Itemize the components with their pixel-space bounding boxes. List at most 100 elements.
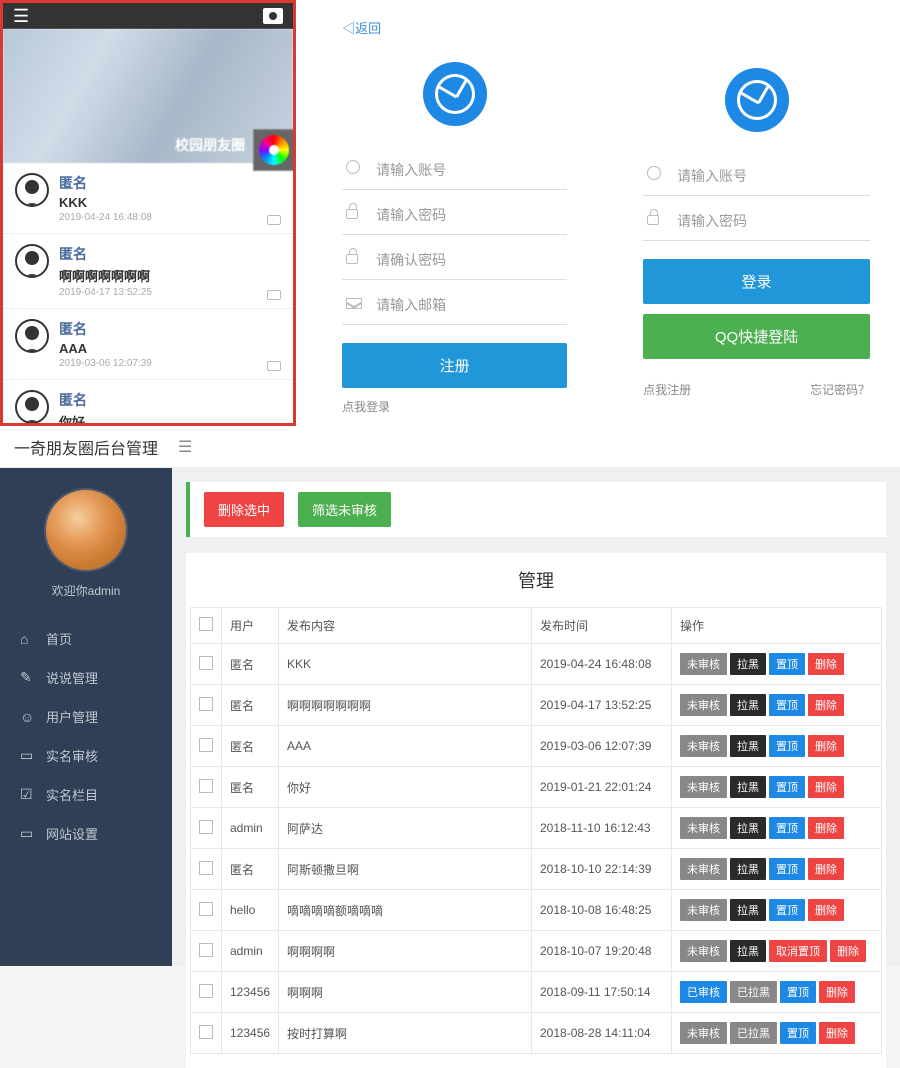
feed-avatar[interactable]	[15, 244, 49, 278]
delete-button[interactable]: 删除	[808, 776, 844, 798]
login-submit-button[interactable]: 登录	[643, 259, 870, 304]
sidebar-item[interactable]: ☑实名栏目	[0, 775, 172, 814]
delete-button[interactable]: 删除	[808, 653, 844, 675]
pin-button[interactable]: 置顶	[769, 776, 805, 798]
row-checkbox[interactable]	[199, 820, 213, 834]
blacklist-button[interactable]: 拉黑	[730, 940, 766, 962]
review-button[interactable]: 未审核	[680, 735, 727, 757]
select-all-checkbox[interactable]	[199, 617, 213, 631]
pin-button[interactable]: 置顶	[780, 1022, 816, 1044]
row-checkbox[interactable]	[199, 656, 213, 670]
pin-button[interactable]: 置顶	[769, 694, 805, 716]
review-button[interactable]: 未审核	[680, 1022, 727, 1044]
pin-button[interactable]: 置顶	[769, 735, 805, 757]
blacklist-button[interactable]: 拉黑	[730, 817, 766, 839]
sidebar-label: 首页	[46, 629, 72, 648]
feed-action-icon[interactable]	[267, 361, 281, 371]
menu-icon[interactable]: ☰	[178, 437, 192, 457]
feed-item[interactable]: 匿名 AAA 2019-03-06 12:07:39	[3, 309, 293, 380]
register-account-input[interactable]	[376, 162, 563, 178]
blacklist-button[interactable]: 拉黑	[730, 694, 766, 716]
register-panel: ◁返回 注册 点我登录	[306, 0, 603, 426]
admin-avatar[interactable]	[44, 488, 128, 572]
sidebar-icon: ⌂	[20, 631, 38, 647]
blacklist-button[interactable]: 拉黑	[730, 776, 766, 798]
cell-time: 2018-11-10 16:12:43	[532, 808, 672, 849]
row-checkbox[interactable]	[199, 738, 213, 752]
row-checkbox[interactable]	[199, 779, 213, 793]
table-panel: 管理 用户 发布内容 发布时间 操作 匿名 KKK 2019-04-24 16:…	[186, 553, 886, 1068]
pin-button[interactable]: 置顶	[780, 981, 816, 1003]
cell-content: 按时打算啊	[279, 1013, 532, 1054]
goto-login-link[interactable]: 点我登录	[342, 398, 390, 415]
register-password-input[interactable]	[376, 207, 563, 223]
forgot-password-link[interactable]: 忘记密码？	[810, 381, 870, 398]
register-email-input[interactable]	[376, 297, 563, 313]
delete-button[interactable]: 删除	[819, 981, 855, 1003]
table-title: 管理	[190, 567, 882, 593]
delete-button[interactable]: 删除	[808, 899, 844, 921]
goto-register-link[interactable]: 点我注册	[643, 381, 691, 398]
pin-button[interactable]: 取消置顶	[769, 940, 827, 962]
sidebar-item[interactable]: ⌂ 首页	[0, 619, 172, 658]
login-password-input[interactable]	[677, 213, 866, 229]
review-button[interactable]: 未审核	[680, 899, 727, 921]
feed-avatar[interactable]	[15, 390, 49, 423]
review-button[interactable]: 未审核	[680, 776, 727, 798]
row-checkbox[interactable]	[199, 1025, 213, 1039]
sidebar-item[interactable]: ✎说说管理	[0, 658, 172, 697]
back-link[interactable]: ◁返回	[342, 21, 381, 36]
table-row: hello 嘀嘀嘀嘀额嘀嘀嘀 2018-10-08 16:48:25 未审核 拉…	[191, 890, 882, 931]
row-checkbox[interactable]	[199, 984, 213, 998]
register-submit-button[interactable]: 注册	[342, 343, 567, 388]
blacklist-button[interactable]: 拉黑	[730, 899, 766, 921]
register-confirm-input[interactable]	[376, 252, 563, 268]
review-button[interactable]: 未审核	[680, 694, 727, 716]
login-account-input[interactable]	[677, 168, 866, 184]
row-checkbox[interactable]	[199, 697, 213, 711]
review-button[interactable]: 已审核	[680, 981, 727, 1003]
menu-icon[interactable]: ☰	[13, 6, 29, 27]
delete-button[interactable]: 删除	[808, 858, 844, 880]
delete-selected-button[interactable]: 删除选中	[204, 492, 284, 527]
row-checkbox[interactable]	[199, 902, 213, 916]
blacklist-button[interactable]: 拉黑	[730, 653, 766, 675]
review-button[interactable]: 未审核	[680, 817, 727, 839]
blacklist-button[interactable]: 拉黑	[730, 735, 766, 757]
cell-user: admin	[222, 931, 279, 972]
delete-button[interactable]: 删除	[808, 735, 844, 757]
pin-button[interactable]: 置顶	[769, 653, 805, 675]
feed-avatar[interactable]	[15, 319, 49, 353]
feed-item[interactable]: 匿名 你好	[3, 380, 293, 423]
lock-icon	[346, 251, 366, 269]
delete-button[interactable]: 删除	[808, 694, 844, 716]
sidebar-item[interactable]: ▭网站设置	[0, 814, 172, 853]
delete-button[interactable]: 删除	[819, 1022, 855, 1044]
filter-pending-button[interactable]: 筛选未审核	[298, 492, 391, 527]
feed-action-icon[interactable]	[267, 290, 281, 300]
delete-button[interactable]: 删除	[808, 817, 844, 839]
pin-button[interactable]: 置顶	[769, 858, 805, 880]
cell-content: 啊啊啊	[279, 972, 532, 1013]
delete-button[interactable]: 删除	[830, 940, 866, 962]
sidebar-item[interactable]: ☺用户管理	[0, 697, 172, 736]
feed-avatar[interactable]	[15, 173, 49, 207]
table-row: 匿名 阿斯顿撒旦啊 2018-10-10 22:14:39 未审核 拉黑 置顶 …	[191, 849, 882, 890]
blacklist-button[interactable]: 已拉黑	[730, 981, 777, 1003]
review-button[interactable]: 未审核	[680, 940, 727, 962]
user-icon	[346, 160, 366, 179]
qq-login-button[interactable]: QQ快捷登陆	[643, 314, 870, 359]
row-checkbox[interactable]	[199, 861, 213, 875]
camera-icon[interactable]	[263, 8, 283, 24]
review-button[interactable]: 未审核	[680, 653, 727, 675]
feed-item[interactable]: 匿名 KKK 2019-04-24 16:48:08	[3, 163, 293, 234]
pin-button[interactable]: 置顶	[769, 817, 805, 839]
blacklist-button[interactable]: 已拉黑	[730, 1022, 777, 1044]
sidebar-item[interactable]: ▭实名审核	[0, 736, 172, 775]
row-checkbox[interactable]	[199, 943, 213, 957]
feed-item[interactable]: 匿名 啊啊啊啊啊啊啊 2019-04-17 13:52:25	[3, 234, 293, 309]
pin-button[interactable]: 置顶	[769, 899, 805, 921]
feed-action-icon[interactable]	[267, 215, 281, 225]
blacklist-button[interactable]: 拉黑	[730, 858, 766, 880]
review-button[interactable]: 未审核	[680, 858, 727, 880]
